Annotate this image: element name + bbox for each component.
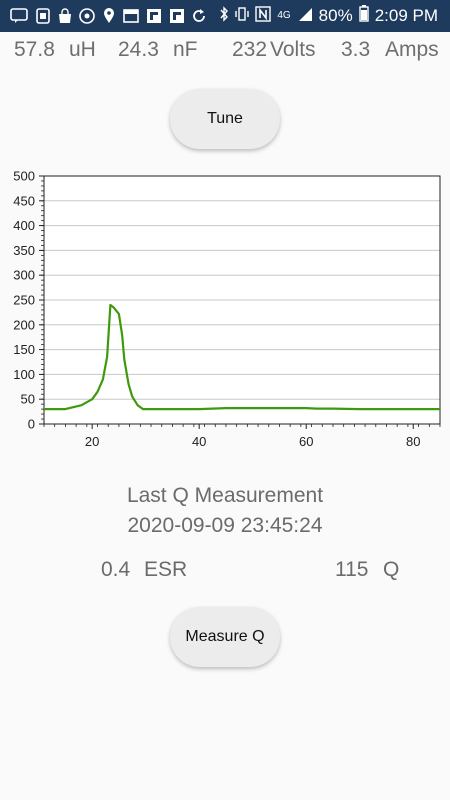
inductance-unit: uH: [69, 38, 96, 61]
current-value: 3.3: [341, 38, 371, 61]
chrome-icon: [78, 7, 96, 25]
y-tick-label: 50: [21, 392, 35, 407]
capacitance-value: 24.3: [118, 38, 159, 61]
readings-row: 57.8 uH 24.3 nF 232 Volts 3.3 Amps: [0, 38, 450, 66]
battery-icon: [358, 5, 369, 27]
x-tick-label: 80: [406, 434, 420, 449]
y-tick-label: 300: [13, 268, 35, 283]
y-tick-label: 450: [13, 193, 35, 208]
y-tick-label: 500: [13, 169, 35, 184]
nfc-icon: [255, 5, 272, 27]
esr-label: ESR: [144, 558, 188, 581]
y-tick-label: 200: [13, 317, 35, 332]
measurement-timestamp: 2020-09-09 23:45:24: [127, 514, 323, 537]
calendar-icon: [122, 7, 140, 25]
y-tick-label: 400: [13, 218, 35, 233]
voltage-value: 232: [232, 38, 268, 61]
clock: 2:09 PM: [374, 6, 438, 25]
location-icon: [100, 7, 118, 25]
screen-mirror-icon: [34, 7, 52, 25]
x-tick-label: 20: [85, 434, 99, 449]
y-tick-label: 150: [13, 342, 35, 357]
y-tick-label: 0: [28, 417, 35, 432]
flipboard-icon: [168, 7, 186, 25]
x-tick-label: 40: [192, 434, 206, 449]
measure-q-button[interactable]: Measure Q: [170, 607, 280, 667]
flipboard-icon: [145, 7, 163, 25]
q-label: Q: [383, 558, 400, 581]
shopping-bag-icon: [56, 7, 74, 25]
x-tick-label: 60: [299, 434, 313, 449]
status-bar: 4G 80% 2:09 PM: [0, 0, 450, 32]
y-tick-label: 350: [13, 243, 35, 258]
lte-icon: 4G: [277, 10, 291, 21]
capacitance-unit: nF: [173, 38, 198, 61]
sync-icon: [190, 7, 208, 25]
message-icon: [10, 7, 28, 25]
status-bar-right: 4G 80% 2:09 PM: [219, 0, 438, 32]
esr-value: 0.4: [101, 558, 131, 581]
inductance-value: 57.8: [14, 38, 55, 61]
q-curve-chart: 0 50 100 150 200 250 300 350 400 450 500 20 40 60 80: [13, 169, 441, 449]
y-tick-label: 250: [13, 293, 35, 308]
vibrate-icon: [235, 6, 250, 27]
bluetooth-icon: [219, 5, 229, 27]
current-unit: Amps: [385, 38, 439, 61]
tune-button[interactable]: Tune: [170, 89, 280, 149]
measurement-heading: Last Q Measurement: [126, 484, 324, 507]
signal-icon: [297, 6, 313, 27]
battery-percent: 80%: [318, 6, 353, 25]
y-tick-label: 100: [13, 367, 35, 382]
voltage-unit: Volts: [270, 38, 316, 61]
q-value: 115: [335, 558, 369, 581]
